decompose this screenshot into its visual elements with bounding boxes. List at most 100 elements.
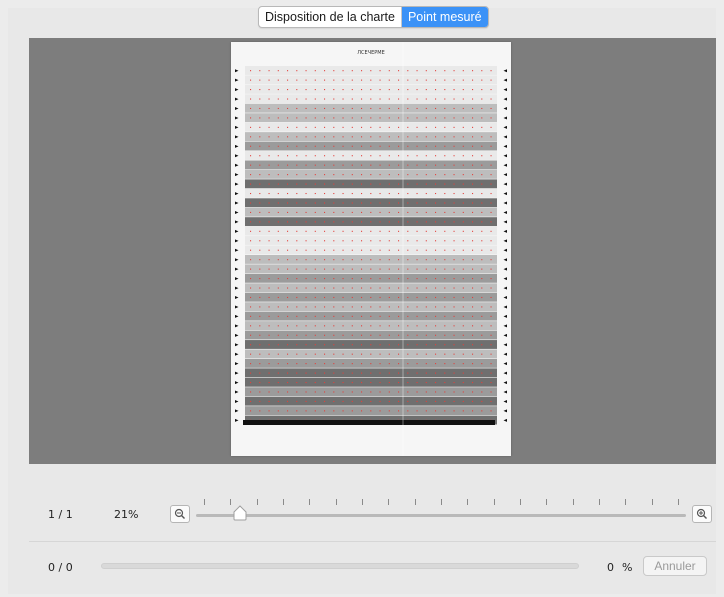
tab-measured-point[interactable]: Point mesuré xyxy=(400,7,488,27)
row-marker xyxy=(235,163,239,167)
measure-point xyxy=(481,145,483,147)
measure-point xyxy=(351,372,353,374)
measure-point xyxy=(425,145,427,147)
measure-point xyxy=(462,410,464,412)
measure-point xyxy=(453,363,455,365)
progress-percent-sign: % xyxy=(622,561,633,574)
measure-point xyxy=(388,296,390,299)
measure-point xyxy=(490,174,492,176)
measure-point xyxy=(250,344,252,346)
measure-point xyxy=(296,183,298,185)
row-marker xyxy=(503,390,507,394)
measure-point xyxy=(305,353,307,355)
tab-chart-layout[interactable]: Disposition de la charte xyxy=(259,7,401,27)
measure-point xyxy=(314,164,316,166)
measure-point xyxy=(370,287,372,289)
measure-point xyxy=(435,89,437,91)
measure-point xyxy=(416,363,418,365)
measure-point xyxy=(351,278,353,280)
measure-point xyxy=(444,400,446,402)
measure-point xyxy=(370,126,372,128)
measure-point xyxy=(490,117,492,119)
measure-point xyxy=(296,126,298,128)
measure-point xyxy=(259,268,261,270)
zoom-out-button[interactable] xyxy=(170,505,190,523)
measure-point xyxy=(435,259,437,261)
measure-point xyxy=(305,117,307,119)
measure-point xyxy=(250,70,252,72)
measure-point xyxy=(370,174,372,176)
measure-point xyxy=(333,268,335,270)
measure-point xyxy=(259,174,261,176)
measure-point xyxy=(361,202,363,204)
measure-point xyxy=(379,372,381,374)
measure-point xyxy=(481,268,483,270)
measure-point xyxy=(324,145,326,147)
measure-point xyxy=(462,107,464,110)
measure-point xyxy=(296,221,298,223)
measure-point xyxy=(361,145,363,147)
measure-point xyxy=(453,315,455,317)
measure-point xyxy=(462,381,464,384)
row-marker xyxy=(503,107,507,111)
measure-point xyxy=(287,296,289,299)
measure-point xyxy=(250,240,252,242)
measure-point xyxy=(305,155,307,157)
measure-point xyxy=(342,70,344,72)
measure-point xyxy=(444,136,446,138)
measure-point xyxy=(425,155,427,157)
measure-point xyxy=(333,107,335,110)
row-marker xyxy=(503,324,507,328)
row-marker xyxy=(235,371,239,375)
measure-point xyxy=(370,410,372,412)
measure-point xyxy=(259,107,261,110)
measure-point xyxy=(259,325,261,327)
measure-point xyxy=(314,240,316,242)
measure-point xyxy=(277,230,279,232)
measure-point xyxy=(388,230,390,232)
measure-point xyxy=(435,79,437,81)
measure-point xyxy=(296,202,298,204)
measure-point xyxy=(324,363,326,365)
measure-point xyxy=(314,353,316,355)
measure-point xyxy=(453,79,455,81)
measure-point xyxy=(481,315,483,317)
measure-point xyxy=(388,240,390,242)
measure-point xyxy=(277,164,279,166)
zoom-slider-thumb[interactable] xyxy=(232,505,248,521)
row-marker xyxy=(503,305,507,309)
measure-point xyxy=(287,145,289,147)
cancel-button[interactable]: Annuler xyxy=(643,556,707,576)
measure-point xyxy=(342,192,344,195)
row-marker xyxy=(235,399,239,403)
row-marker xyxy=(235,418,239,422)
measure-point xyxy=(388,325,390,327)
measure-point xyxy=(379,117,381,119)
measure-point xyxy=(388,126,390,128)
measure-point xyxy=(296,372,298,374)
measure-point xyxy=(453,117,455,119)
measure-point xyxy=(481,79,483,81)
measure-point xyxy=(416,249,418,251)
zoom-slider-track[interactable] xyxy=(196,514,686,517)
measure-point xyxy=(435,400,437,402)
measure-point xyxy=(277,353,279,355)
measure-point xyxy=(481,296,483,299)
measure-point xyxy=(314,391,316,393)
row-marker xyxy=(235,97,239,101)
preview-area[interactable]: ЛСЕЧЕРМЕ xyxy=(29,38,716,464)
measure-point xyxy=(287,221,289,223)
measure-point xyxy=(333,192,335,195)
measure-point xyxy=(481,240,483,242)
measure-point xyxy=(361,315,363,317)
measure-point xyxy=(296,98,298,100)
zoom-in-button[interactable] xyxy=(692,505,712,523)
measure-point xyxy=(268,202,270,204)
row-marker xyxy=(235,248,239,252)
measure-point xyxy=(398,70,400,72)
measure-point xyxy=(444,117,446,119)
measure-point xyxy=(379,306,381,308)
measure-point xyxy=(314,174,316,176)
measure-point xyxy=(268,221,270,223)
chart-page-graphic: ЛСЕЧЕРМЕ xyxy=(235,42,507,456)
